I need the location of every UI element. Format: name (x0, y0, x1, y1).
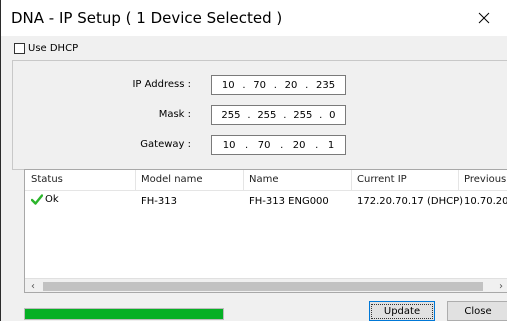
update-button[interactable]: Update (369, 301, 435, 321)
column-divider[interactable] (243, 170, 244, 190)
column-header-current-ip[interactable]: Current IP (357, 174, 407, 185)
scrollbar-thumb[interactable] (43, 282, 483, 291)
column-header-previous-ip[interactable]: Previous I (464, 174, 507, 185)
ip-octet-2: 70 (253, 79, 266, 91)
ip-address-input[interactable]: 10. 70. 20. 235 (211, 75, 346, 95)
status-cell: Ok (31, 194, 59, 205)
device-name-cell: FH-313 ENG000 (249, 196, 329, 207)
current-ip-cell: 172.20.70.17 (DHCP) (357, 196, 464, 207)
device-table[interactable]: Status Model name Name Current IP Previo… (24, 169, 507, 293)
window-close-button[interactable] (461, 0, 507, 36)
mask-input[interactable]: 255. 255. 255. 0 (211, 105, 346, 125)
mask-octet-2: 255 (257, 109, 277, 121)
gateway-label: Gateway : (140, 139, 191, 150)
mask-octet-4: 0 (329, 109, 336, 121)
gateway-input[interactable]: 10. 70. 20. 1 (211, 135, 346, 155)
column-divider[interactable] (351, 170, 352, 190)
ip-octet-3: 20 (284, 79, 298, 91)
scroll-left-button[interactable]: ‹ (25, 279, 41, 292)
gateway-octet-1: 10 (222, 139, 236, 151)
scroll-right-button[interactable]: › (493, 279, 507, 292)
column-header-status[interactable]: Status (31, 174, 63, 185)
column-header-model-name[interactable]: Model name (141, 174, 203, 185)
close-icon (478, 12, 490, 24)
ip-octet-4: 235 (316, 79, 336, 91)
window-title: DNA - IP Setup ( 1 Device Selected ) (11, 9, 283, 27)
update-button-label: Update (370, 303, 434, 319)
model-name-cell: FH-313 (141, 196, 177, 207)
ip-address-label: IP Address : (132, 79, 191, 90)
column-divider[interactable] (458, 170, 459, 190)
column-divider[interactable] (135, 170, 136, 190)
close-button[interactable]: Close (447, 301, 507, 321)
gateway-octet-4: 1 (327, 139, 335, 151)
previous-ip-cell: 10.70.20. (464, 196, 507, 207)
mask-label: Mask : (158, 109, 191, 120)
horizontal-scrollbar[interactable]: ‹ › (25, 278, 507, 292)
ip-octet-1: 10 (221, 79, 235, 91)
progress-bar (24, 308, 224, 320)
mask-octet-1: 255 (221, 109, 241, 121)
ip-settings-group: IP Address : 10. 70. 20. 235 Mask : 255.… (12, 60, 507, 170)
green-checkmark-icon (31, 194, 43, 205)
column-header-name[interactable]: Name (249, 174, 279, 185)
use-dhcp-checkbox[interactable] (14, 43, 25, 54)
table-header: Status Model name Name Current IP Previo… (25, 170, 507, 191)
chevron-left-icon: ‹ (31, 281, 35, 292)
ip-setup-window: DNA - IP Setup ( 1 Device Selected ) Use… (0, 0, 507, 321)
chevron-right-icon: › (499, 281, 503, 292)
gateway-octet-2: 70 (257, 139, 271, 151)
use-dhcp-label: Use DHCP (28, 43, 79, 54)
title-bar: DNA - IP Setup ( 1 Device Selected ) (1, 0, 507, 36)
mask-octet-3: 255 (293, 109, 313, 121)
progress-bar-fill (25, 309, 223, 319)
gateway-octet-3: 20 (292, 139, 306, 151)
use-dhcp-row[interactable]: Use DHCP (14, 43, 78, 54)
status-text: Ok (45, 194, 59, 205)
